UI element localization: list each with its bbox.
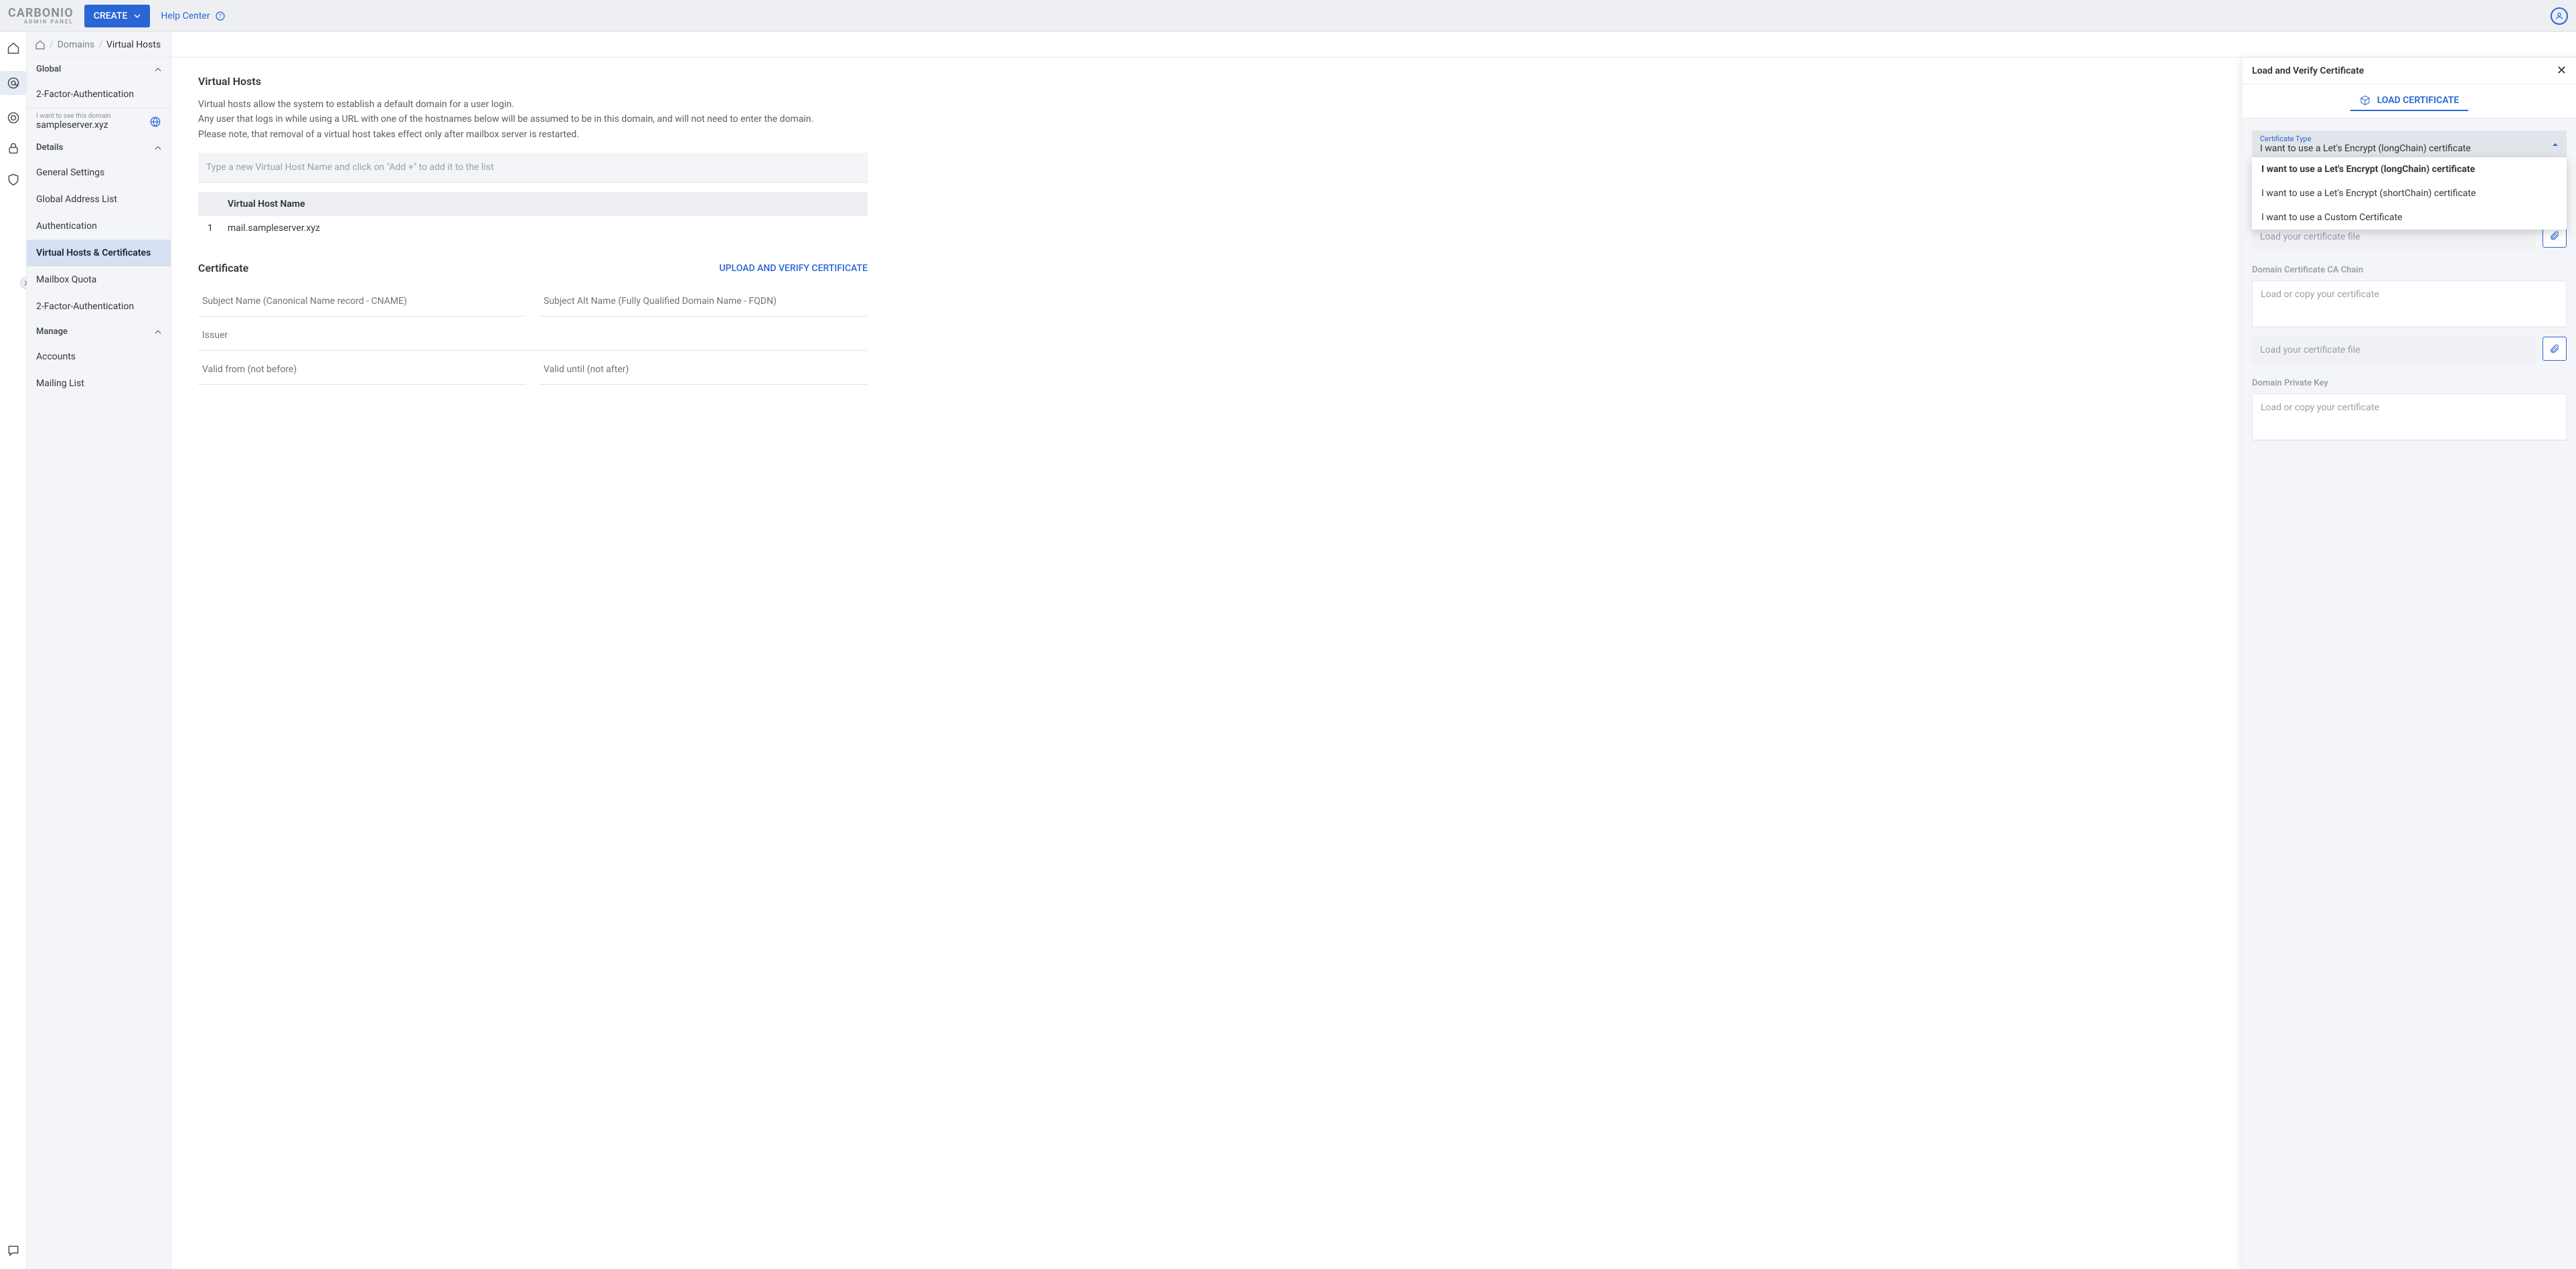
section-label: Global [36, 64, 61, 74]
private-key-label: Domain Private Key [2252, 378, 2567, 388]
cube-icon [2360, 95, 2370, 106]
row-hostname: mail.sampleserver.xyz [228, 223, 320, 234]
drawer-body: Certificate Type I want to use a Let's E… [2243, 118, 2576, 1269]
tab-load-certificate[interactable]: LOAD CERTIFICATE [2350, 91, 2469, 111]
cert-type-option-custom[interactable]: I want to use a Custom Certificate [2252, 205, 2567, 230]
breadcrumb: / Domains / Virtual Hosts [27, 32, 171, 58]
breadcrumb-home-icon[interactable] [35, 39, 46, 50]
ca-chain-textarea[interactable] [2252, 280, 2567, 327]
section-label: Details [36, 143, 63, 153]
shield-icon[interactable] [5, 171, 21, 187]
domain-filter-value: sampleserver.xyz [36, 120, 110, 131]
cert-type-value: I want to use a Let's Encrypt (longChain… [2260, 143, 2471, 154]
help-center-link[interactable]: Help Center ? [161, 11, 224, 21]
breadcrumb-sep: / [98, 39, 102, 50]
valid-until-field: Valid until (not after) [540, 355, 868, 385]
drawer-header: Load and Verify Certificate ✕ [2243, 58, 2576, 84]
cert-type-select[interactable]: Certificate Type I want to use a Let's E… [2252, 131, 2567, 159]
attach-button-2[interactable] [2543, 337, 2567, 361]
breadcrumb-domains[interactable]: Domains [58, 39, 94, 50]
cert-type-label: Certificate Type [2260, 135, 2471, 143]
domain-filter-hint: I want to see this domain [36, 112, 110, 120]
certificate-drawer: Load and Verify Certificate ✕ LOAD CERTI… [2243, 58, 2576, 1269]
chevron-up-icon [155, 329, 161, 335]
sidebar-item-mailing-list[interactable]: Mailing List [27, 370, 171, 397]
cert-type-select-wrap: Certificate Type I want to use a Let's E… [2252, 131, 2567, 159]
cert-type-menu: I want to use a Let's Encrypt (longChain… [2252, 157, 2567, 230]
chat-icon[interactable] [5, 1242, 21, 1258]
breadcrumb-current: Virtual Hosts [106, 39, 161, 50]
paperclip-icon [2549, 230, 2560, 241]
sidebar-item-authentication[interactable]: Authentication [27, 213, 171, 240]
workspace: / Domains / Virtual Hosts Global 2-Facto… [0, 32, 2576, 1269]
create-button[interactable]: CREATE [84, 5, 151, 27]
drawer-tabs: LOAD CERTIFICATE [2243, 84, 2576, 118]
sidebar: / Domains / Virtual Hosts Global 2-Facto… [27, 32, 171, 1269]
ca-chain-file-input[interactable] [2252, 337, 2536, 363]
close-icon[interactable]: ✕ [2557, 64, 2567, 78]
breadcrumb-sep: / [50, 39, 54, 50]
help-icon: ? [216, 11, 225, 21]
nav-rail [0, 32, 27, 1269]
subject-name-field: Subject Name (Canonical Name record - CN… [198, 286, 526, 317]
row-index: 1 [208, 223, 228, 234]
lock-icon[interactable] [5, 141, 21, 157]
globe-icon[interactable] [149, 116, 161, 128]
topbar: CARBONIO ADMIN PANEL CREATE Help Center … [0, 0, 2576, 32]
sidebar-item-mailbox-quota[interactable]: Mailbox Quota [27, 266, 171, 293]
user-avatar-icon[interactable] [2551, 7, 2568, 25]
paperclip-icon [2549, 343, 2560, 354]
new-virtual-host-input[interactable] [198, 153, 868, 183]
sidebar-item-global-address-list[interactable]: Global Address List [27, 186, 171, 213]
at-icon[interactable] [0, 71, 27, 95]
help-label: Help Center [161, 11, 210, 21]
chevron-up-icon [155, 145, 161, 151]
domain-filter[interactable]: I want to see this domain sampleserver.x… [27, 108, 171, 136]
brand-line2: ADMIN PANEL [24, 19, 74, 25]
caret-up-icon [2552, 141, 2559, 148]
create-label: CREATE [94, 11, 128, 21]
ca-chain-label: Domain Certificate CA Chain [2252, 265, 2567, 275]
virtual-hosts-description: Virtual hosts allow the system to establ… [198, 97, 868, 142]
home-icon[interactable] [5, 40, 21, 56]
sidebar-item-general-settings[interactable]: General Settings [27, 159, 171, 186]
chevron-up-icon [155, 66, 161, 73]
vh-column-header: Virtual Host Name [198, 192, 868, 216]
sidebar-item-accounts[interactable]: Accounts [27, 343, 171, 370]
tab-label: LOAD CERTIFICATE [2377, 95, 2460, 106]
certificate-title: Certificate [198, 262, 248, 274]
sidebar-section-manage[interactable]: Manage [27, 320, 171, 343]
sidebar-section-global[interactable]: Global [27, 58, 171, 81]
cert-type-option-shortchain[interactable]: I want to use a Let's Encrypt (shortChai… [2252, 181, 2567, 205]
sidebar-item-virtual-hosts[interactable]: Virtual Hosts & Certificates [27, 240, 171, 266]
private-key-textarea[interactable] [2252, 394, 2567, 440]
target-icon[interactable] [5, 110, 21, 126]
chevron-down-icon [134, 13, 141, 19]
sidebar-item-2fa-details[interactable]: 2-Factor-Authentication [27, 293, 171, 320]
brand-line1: CARBONIO [8, 7, 74, 19]
valid-from-field: Valid from (not before) [198, 355, 526, 385]
sidebar-section-details[interactable]: Details [27, 136, 171, 159]
san-field: Subject Alt Name (Fully Qualified Domain… [540, 286, 868, 317]
virtual-hosts-title: Virtual Hosts [198, 75, 868, 88]
brand-logo: CARBONIO ADMIN PANEL [8, 7, 74, 25]
upload-verify-link[interactable]: UPLOAD AND VERIFY CERTIFICATE [720, 263, 868, 274]
sidebar-item-2fa-global[interactable]: 2-Factor-Authentication [27, 81, 171, 108]
svg-text:?: ? [218, 13, 221, 20]
main-content: Virtual Hosts Virtual hosts allow the sy… [171, 32, 2576, 1269]
section-label: Manage [36, 327, 68, 337]
table-row: 1 mail.sampleserver.xyz [198, 216, 868, 240]
drawer-title: Load and Verify Certificate [2252, 66, 2364, 76]
cert-type-option-longchain[interactable]: I want to use a Let's Encrypt (longChain… [2252, 157, 2567, 181]
issuer-field: Issuer [198, 321, 868, 351]
